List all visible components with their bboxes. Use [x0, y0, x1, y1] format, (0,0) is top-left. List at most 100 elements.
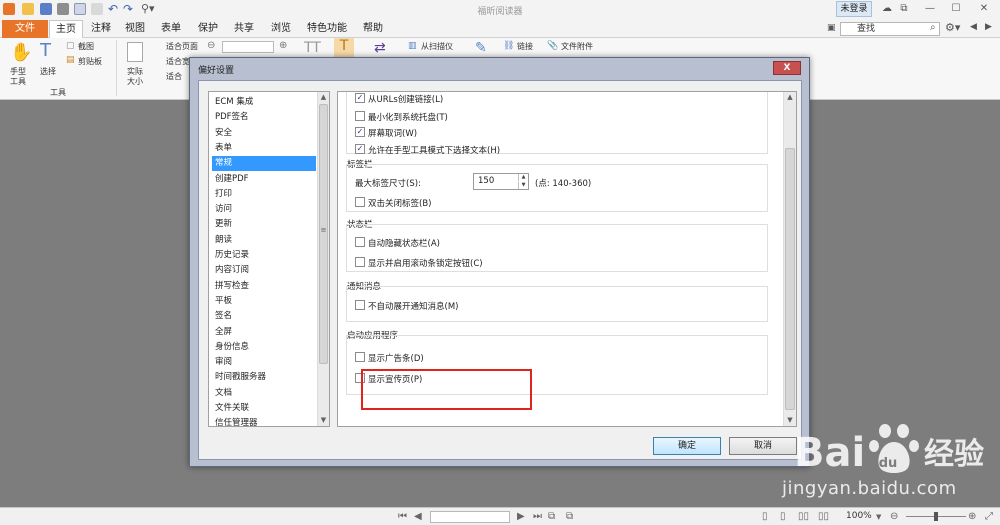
select-tool-icon[interactable]: T: [40, 40, 51, 61]
category-item[interactable]: 拼写检查: [212, 279, 316, 294]
settings-scrollbar[interactable]: ▲ ▼: [783, 92, 796, 426]
category-item[interactable]: 安全: [212, 126, 316, 141]
page-number-input[interactable]: [430, 511, 510, 523]
screenshot-label[interactable]: 截图: [78, 41, 94, 52]
fit-visible-label[interactable]: 适合: [166, 71, 182, 82]
tab-share[interactable]: 共享: [229, 20, 259, 38]
tab-file[interactable]: 文件: [2, 20, 48, 38]
category-item[interactable]: 平板: [212, 294, 316, 309]
screen-word-capture-checkbox[interactable]: ✓ 屏幕取词(W): [355, 127, 417, 139]
fit-page-label[interactable]: 适合页面: [166, 41, 198, 52]
ok-button[interactable]: 确定: [653, 437, 721, 455]
category-item[interactable]: 文件关联: [212, 401, 316, 416]
actual-size-icon[interactable]: [127, 42, 143, 62]
continuous-facing-icon[interactable]: ▯▯: [818, 511, 829, 522]
select-text-in-hand-mode-checkbox[interactable]: ✓ 允许在手型工具模式下选择文本(H): [355, 144, 500, 156]
category-item[interactable]: 文档: [212, 386, 316, 401]
first-page-icon[interactable]: ⏮: [398, 511, 407, 522]
max-tab-size-spinner[interactable]: 150 ▲ ▼: [473, 173, 529, 190]
from-scanner-label[interactable]: 从扫描仪: [421, 41, 453, 52]
double-click-close-tab-checkbox[interactable]: 双击关闭标签(B): [355, 197, 431, 209]
category-item[interactable]: 常规: [212, 156, 316, 172]
minimize-to-tray-checkbox[interactable]: 最小化到系统托盘(T): [355, 111, 448, 123]
zoom-combo[interactable]: [222, 41, 274, 53]
category-item[interactable]: 历史记录: [212, 248, 316, 263]
cancel-button[interactable]: 取消: [729, 437, 797, 455]
category-scroll-thumb[interactable]: [319, 104, 328, 364]
link-label[interactable]: 链接: [517, 41, 533, 52]
continuous-icon[interactable]: ▯: [780, 511, 786, 522]
dialog-close-button[interactable]: X: [773, 61, 801, 75]
create-links-checkbox[interactable]: ✓ 从URLs创建链接(L): [355, 93, 443, 105]
zoom-slider-thumb[interactable]: [934, 512, 938, 521]
prev-page-icon[interactable]: ◀: [414, 511, 422, 522]
screenshot-icon[interactable]: ▢: [66, 41, 75, 51]
category-scrollbar[interactable]: ▲ ≡ ▼: [317, 92, 329, 426]
last-page-icon[interactable]: ⏭: [533, 511, 542, 522]
zoom-out-icon[interactable]: ⊖: [207, 40, 215, 51]
max-tab-size-value[interactable]: 150: [478, 176, 494, 186]
checkbox[interactable]: [355, 111, 365, 121]
checkbox[interactable]: [355, 300, 365, 310]
settings-scroll-thumb[interactable]: [785, 148, 795, 410]
settings-gear-icon[interactable]: ⚙▾: [945, 21, 960, 34]
scroll-up-icon[interactable]: ▲: [318, 93, 329, 101]
zoom-in-icon[interactable]: ⊕: [279, 40, 287, 51]
single-page-icon[interactable]: ▯: [762, 511, 768, 522]
checkbox[interactable]: [355, 257, 365, 267]
clipboard-icon[interactable]: ▤: [66, 55, 75, 65]
category-item[interactable]: 创建PDF: [212, 172, 316, 187]
tab-browse[interactable]: 浏览: [266, 20, 296, 38]
category-item[interactable]: 审阅: [212, 355, 316, 370]
category-item[interactable]: PDF签名: [212, 110, 316, 125]
cloud-icon[interactable]: ☁: [878, 1, 896, 17]
scanner-icon[interactable]: ▥: [408, 41, 417, 51]
restore-window-icon[interactable]: ⧉: [895, 1, 913, 17]
attachment-icon[interactable]: 📎: [547, 41, 558, 51]
category-item[interactable]: 身份信息: [212, 340, 316, 355]
zoom-level[interactable]: 100%: [846, 511, 872, 521]
category-item[interactable]: 朗读: [212, 233, 316, 248]
no-auto-expand-notification-checkbox[interactable]: 不自动展开通知消息(M): [355, 300, 458, 312]
category-item[interactable]: ECM 集成: [212, 95, 316, 110]
scroll-lock-button-checkbox[interactable]: 显示并启用滚动条锁定按钮(C): [355, 257, 483, 269]
checkbox[interactable]: ✓: [355, 127, 365, 137]
hand-tool-icon[interactable]: ✋: [10, 42, 32, 63]
category-item[interactable]: 打印: [212, 187, 316, 202]
zoom-dropdown-icon[interactable]: ▼: [876, 513, 881, 521]
facing-icon[interactable]: ▯▯: [798, 511, 809, 522]
zoom-in-button[interactable]: ⊕: [968, 511, 976, 522]
scroll-down-icon[interactable]: ▼: [318, 416, 329, 424]
nav-left-icon[interactable]: ◀: [970, 22, 977, 32]
select-tool-label[interactable]: 选择: [40, 66, 56, 77]
tab-annotate[interactable]: 注释: [86, 20, 116, 38]
pen-icon[interactable]: ✎: [475, 40, 487, 56]
checkbox[interactable]: [355, 197, 365, 207]
link-icon[interactable]: ⛓: [503, 41, 514, 51]
category-item[interactable]: 时间戳服务器: [212, 370, 316, 385]
show-ad-bar-checkbox[interactable]: 显示广告条(D): [355, 352, 424, 364]
tab-features[interactable]: 特色功能: [302, 20, 352, 38]
spin-down-icon[interactable]: ▼: [518, 182, 528, 189]
spin-up-icon[interactable]: ▲: [518, 174, 528, 181]
tab-protect[interactable]: 保护: [193, 20, 223, 38]
checkbox[interactable]: [355, 237, 365, 247]
file-attachment-label[interactable]: 文件附件: [561, 41, 593, 52]
category-item[interactable]: 表单: [212, 141, 316, 156]
checkbox[interactable]: ✓: [355, 93, 365, 103]
category-item[interactable]: 访问: [212, 202, 316, 217]
view-mode-1-icon[interactable]: ⧉: [548, 511, 555, 522]
category-item[interactable]: 信任管理器: [212, 416, 316, 426]
search-go-icon[interactable]: ⌕: [930, 22, 936, 33]
next-page-icon[interactable]: ▶: [517, 511, 525, 522]
tab-form[interactable]: 表单: [156, 20, 186, 38]
category-item[interactable]: 签名: [212, 309, 316, 324]
auto-hide-statusbar-checkbox[interactable]: 自动隐藏状态栏(A): [355, 237, 440, 249]
view-mode-2-icon[interactable]: ⧉: [566, 511, 573, 522]
category-item[interactable]: 更新: [212, 217, 316, 232]
tab-home[interactable]: 主页: [49, 20, 83, 39]
login-button[interactable]: 未登录: [836, 1, 872, 17]
fullscreen-icon[interactable]: ⤢: [985, 511, 993, 522]
category-item[interactable]: 内容订阅: [212, 263, 316, 278]
clipboard-label[interactable]: 剪贴板: [78, 56, 102, 67]
